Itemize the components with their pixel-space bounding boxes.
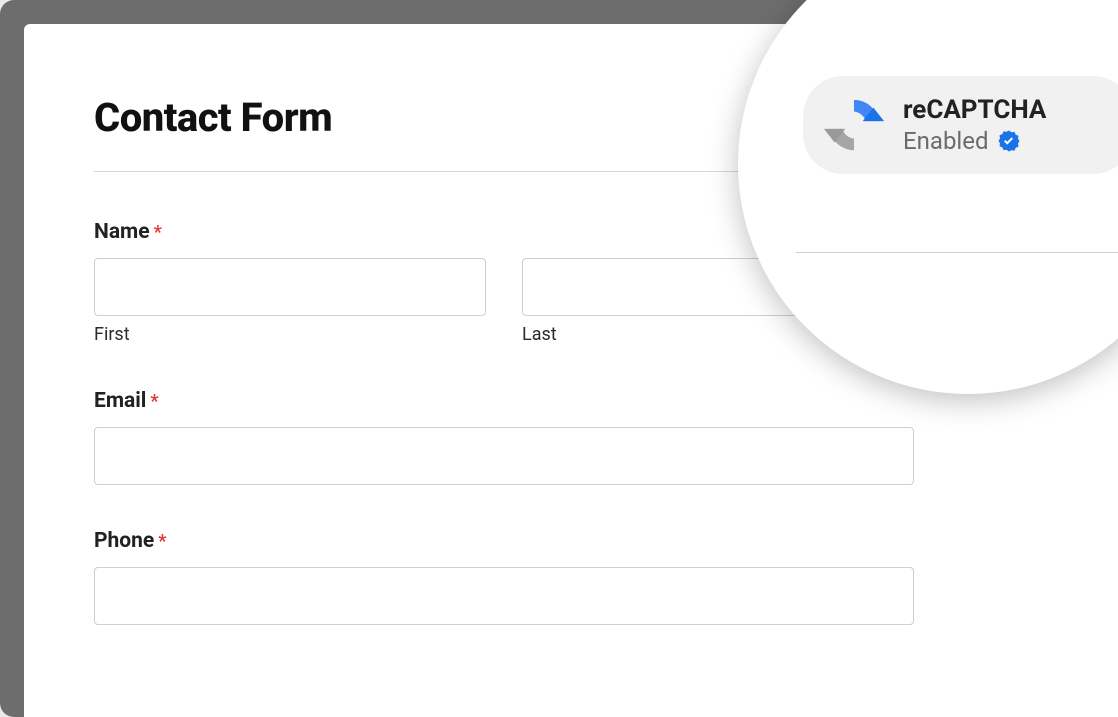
form-panel: Contact Form Name * First Last <box>24 24 1118 717</box>
email-input[interactable] <box>94 427 914 485</box>
recaptcha-icon <box>823 94 885 156</box>
email-field-group: Email * <box>94 389 1048 485</box>
required-marker: * <box>158 531 166 552</box>
required-marker: * <box>150 391 158 412</box>
first-name-wrapper: First <box>94 258 486 345</box>
first-name-sublabel: First <box>94 324 486 345</box>
magnifier-divider <box>796 252 1118 253</box>
email-label-text: Email <box>94 389 146 413</box>
email-label: Email * <box>94 389 1048 413</box>
recaptcha-title: reCAPTCHA <box>903 95 1046 125</box>
window-frame: Contact Form Name * First Last <box>0 0 1118 717</box>
phone-label: Phone * <box>94 529 1048 553</box>
name-label-text: Name <box>94 220 150 244</box>
phone-label-text: Phone <box>94 529 154 553</box>
phone-field-group: Phone * <box>94 529 1048 625</box>
required-marker: * <box>154 222 162 243</box>
verified-icon <box>997 129 1021 153</box>
recaptcha-status: Enabled <box>903 127 989 155</box>
phone-input[interactable] <box>94 567 914 625</box>
recaptcha-badge[interactable]: reCAPTCHA Enabled <box>803 76 1118 174</box>
first-name-input[interactable] <box>94 258 486 316</box>
